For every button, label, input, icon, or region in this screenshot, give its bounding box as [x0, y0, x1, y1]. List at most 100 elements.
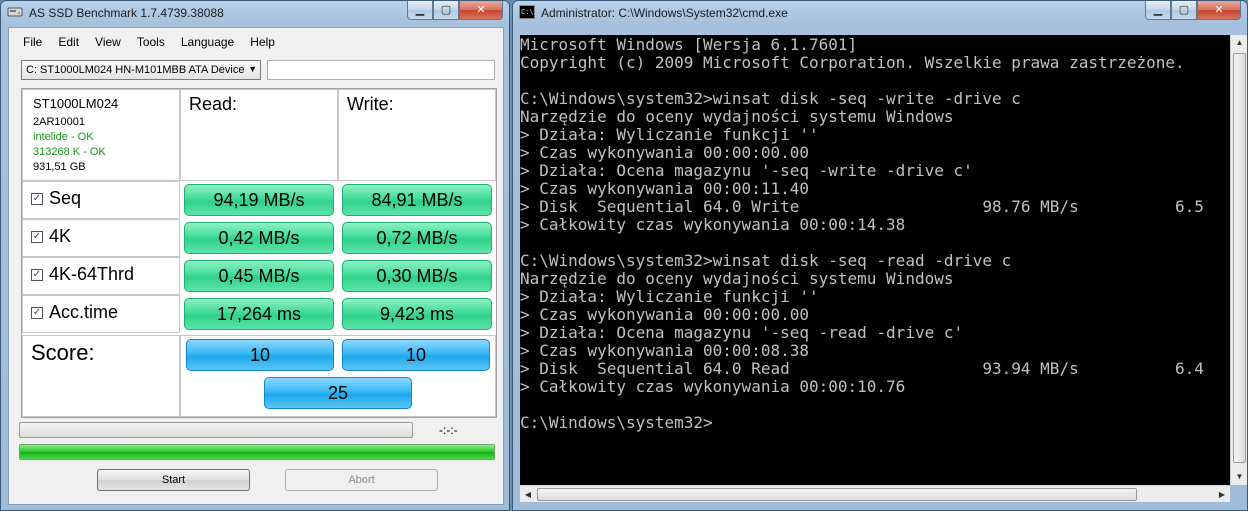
seq-label: Seq	[49, 188, 82, 208]
close-icon: ✕	[476, 4, 486, 16]
seq-write-result: 84,91 MB/s	[342, 184, 492, 216]
cmd-vertical-scrollbar[interactable]: ▲ ▼	[1230, 35, 1247, 485]
console-icon: C:\	[519, 5, 535, 19]
minimize-icon: ▁	[415, 4, 425, 16]
acctime-write-result: 9,423 ms	[342, 298, 492, 330]
device-dropdown[interactable]: C: ST1000LM024 HN-M101MBB ATA Device ▼	[21, 60, 261, 80]
as-ssd-window: AS SSD Benchmark 1.7.4739.38088 ▁ ▢ ✕ Fi…	[0, 0, 510, 511]
as-ssd-title: AS SSD Benchmark 1.7.4739.38088	[29, 6, 224, 20]
row-4k64-label-cell: ✓ 4K-64Thrd	[22, 257, 180, 295]
cmd-line: > Czas wykonywania 00:00:08.38	[520, 341, 809, 360]
scroll-left-icon[interactable]: ◀	[520, 486, 536, 503]
4k-label: 4K	[49, 226, 72, 246]
seq-checkbox[interactable]: ✓	[31, 192, 43, 205]
row-acctime-label-cell: ✓ Acc.time	[22, 295, 180, 333]
cmd-line: > Działa: Ocena magazynu '-seq -write -d…	[520, 161, 973, 180]
cmd-line: Narzędzie do oceny wydajności systemu Wi…	[520, 269, 954, 288]
svg-text:C:\: C:\	[521, 8, 534, 16]
minimize-icon: ▁	[1153, 4, 1163, 16]
total-progress-fill	[20, 445, 494, 459]
device-dropdown-value: C: ST1000LM024 HN-M101MBB ATA Device	[26, 64, 245, 76]
cmd-horizontal-scroll-thumb[interactable]	[537, 488, 1137, 501]
score-write: 10	[342, 339, 490, 371]
score-read: 10	[186, 339, 334, 371]
cmd-line: C:\Windows\system32>	[520, 413, 713, 432]
close-button[interactable]: ✕	[459, 1, 503, 20]
cmd-line: > Czas wykonywania 00:00:00.00	[520, 305, 809, 324]
drive-model: ST1000LM024	[33, 96, 119, 111]
cmd-line: Microsoft Windows [Wersja 6.1.7601]	[520, 35, 858, 54]
cmd-line: > Działa: Ocena magazynu '-seq -read -dr…	[520, 323, 964, 342]
cmd-line: > Działa: Wyliczanie funkcji ''	[520, 125, 819, 144]
row-4k-label-cell: ✓ 4K	[22, 219, 180, 257]
write-header: Write:	[347, 94, 394, 114]
close-icon: ✕	[1214, 4, 1224, 16]
elapsed-time: -:-:-	[439, 423, 458, 437]
4k-checkbox[interactable]: ✓	[31, 230, 43, 243]
cmd-line: Copyright (c) 2009 Microsoft Corporation…	[520, 53, 1185, 72]
cmd-line: Narzędzie do oceny wydajności systemu Wi…	[520, 107, 954, 126]
cmd-vertical-scroll-thumb[interactable]	[1233, 53, 1246, 463]
maximize-icon: ▢	[440, 4, 452, 16]
start-button[interactable]: Start	[97, 469, 250, 491]
menu-help[interactable]: Help	[242, 35, 283, 49]
cmd-minimize-button[interactable]: ▁	[1145, 1, 1171, 20]
read-header-cell: Read:	[180, 89, 338, 181]
drive-firmware: 2AR10001	[33, 116, 85, 128]
maximize-icon: ▢	[1178, 4, 1190, 16]
device-info-field	[267, 60, 495, 80]
acctime-read-result: 17,264 ms	[184, 298, 334, 330]
menu-file[interactable]: File	[15, 35, 50, 49]
cmd-line: C:\Windows\system32>winsat disk -seq -wr…	[520, 89, 1021, 108]
cmd-title: Administrator: C:\Windows\System32\cmd.e…	[541, 6, 788, 20]
cmd-line: > Disk Sequential 64.0 Write 98.76 MB/s …	[520, 197, 1204, 216]
4k-read-result: 0,42 MB/s	[184, 222, 334, 254]
4k64-label: 4K-64Thrd	[49, 264, 135, 284]
cmd-line: C:\Windows\system32>winsat disk -seq -re…	[520, 251, 1012, 270]
scroll-down-icon[interactable]: ▼	[1231, 469, 1247, 485]
menu-tools[interactable]: Tools	[129, 35, 173, 49]
row-seq-label-cell: ✓ Seq	[22, 181, 180, 219]
read-header: Read:	[189, 94, 238, 114]
cmd-line: > Całkowity czas wykonywania 00:00:10.76	[520, 377, 906, 396]
drive-info-panel: ST1000LM024 2AR10001 intelide - OK 31326…	[22, 89, 180, 181]
scroll-right-icon[interactable]: ▶	[1214, 486, 1230, 503]
test-progress-bar	[19, 422, 413, 438]
cmd-line: > Czas wykonywania 00:00:11.40	[520, 179, 809, 198]
score-label-cell: Score:	[22, 335, 180, 417]
4k64-read-result: 0,45 MB/s	[184, 260, 334, 292]
cmd-titlebar[interactable]: C:\ Administrator: C:\Windows\System32\c…	[513, 1, 1247, 25]
drive-alignment-status: 313268 K - OK	[33, 146, 106, 158]
menu-view[interactable]: View	[87, 35, 129, 49]
drive-icon	[7, 7, 23, 17]
write-header-cell: Write:	[338, 89, 496, 181]
cmd-output[interactable]: Microsoft Windows [Wersja 6.1.7601] Copyr…	[520, 35, 1230, 485]
scroll-up-icon[interactable]: ▲	[1231, 35, 1247, 51]
maximize-button[interactable]: ▢	[433, 1, 459, 20]
cmd-maximize-button[interactable]: ▢	[1171, 1, 1197, 20]
total-progress-bar	[19, 444, 495, 460]
drive-driver-status: intelide - OK	[33, 131, 94, 143]
cmd-line: > Czas wykonywania 00:00:00.00	[520, 143, 809, 162]
4k-write-result: 0,72 MB/s	[342, 222, 492, 254]
score-label: Score:	[31, 340, 95, 365]
cmd-horizontal-scrollbar[interactable]: ◀ ▶	[520, 485, 1230, 502]
cmd-window: C:\ Administrator: C:\Windows\System32\c…	[512, 0, 1248, 511]
as-ssd-client: File Edit View Tools Language Help C: ST…	[8, 27, 504, 505]
cmd-line: > Disk Sequential 64.0 Read 93.94 MB/s 6…	[520, 359, 1204, 378]
minimize-button[interactable]: ▁	[407, 1, 433, 20]
acctime-checkbox[interactable]: ✓	[31, 306, 43, 319]
abort-button[interactable]: Abort	[285, 469, 438, 491]
4k64-write-result: 0,30 MB/s	[342, 260, 492, 292]
acctime-label: Acc.time	[49, 302, 119, 322]
seq-read-result: 94,19 MB/s	[184, 184, 334, 216]
menu-language[interactable]: Language	[173, 35, 242, 49]
cmd-line: > Całkowity czas wykonywania 00:00:14.38	[520, 215, 906, 234]
as-ssd-titlebar[interactable]: AS SSD Benchmark 1.7.4739.38088 ▁ ▢ ✕	[1, 1, 509, 25]
cmd-close-button[interactable]: ✕	[1197, 1, 1241, 20]
cmd-line: > Działa: Wyliczanie funkcji ''	[520, 287, 819, 306]
4k64-checkbox[interactable]: ✓	[31, 268, 43, 281]
score-total: 25	[264, 377, 412, 409]
menu-edit[interactable]: Edit	[50, 35, 87, 49]
chevron-down-icon: ▼	[248, 64, 257, 74]
